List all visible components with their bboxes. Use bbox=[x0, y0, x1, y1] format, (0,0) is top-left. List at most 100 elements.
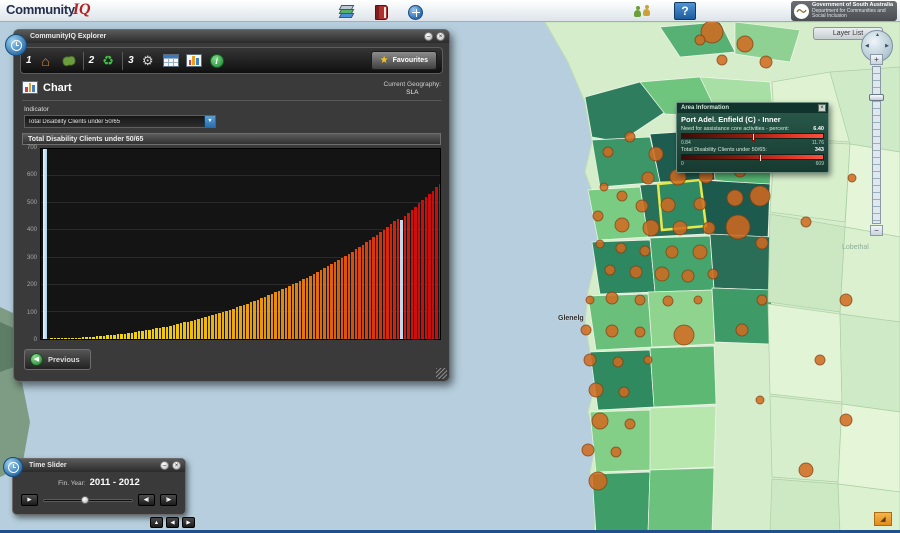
chart-bar[interactable] bbox=[319, 270, 322, 339]
chart-bar[interactable] bbox=[81, 337, 84, 339]
chart-bar[interactable] bbox=[207, 316, 210, 339]
map-symbol[interactable] bbox=[725, 214, 751, 240]
chart-bar[interactable] bbox=[204, 317, 207, 339]
chart-bar[interactable] bbox=[85, 337, 88, 339]
chart-bar[interactable] bbox=[407, 212, 410, 339]
pan-up-icon[interactable]: ▲ bbox=[875, 32, 880, 38]
map-symbol[interactable] bbox=[643, 355, 653, 365]
chart-bar[interactable] bbox=[134, 331, 137, 339]
chart-bar[interactable] bbox=[305, 277, 308, 339]
map-symbol[interactable] bbox=[736, 35, 754, 53]
chart-bar[interactable] bbox=[158, 327, 161, 339]
chart-bar[interactable] bbox=[92, 336, 95, 339]
chart-bar[interactable] bbox=[179, 323, 182, 339]
chart-bar[interactable] bbox=[235, 307, 238, 339]
step-back-button[interactable]: ◀| bbox=[138, 494, 155, 506]
chart-bar[interactable] bbox=[116, 334, 119, 339]
map-symbol[interactable] bbox=[629, 265, 643, 279]
close-button[interactable]: × bbox=[436, 32, 445, 41]
explorer-titlebar[interactable]: CommunityIQ Explorer – × bbox=[14, 30, 449, 43]
chart-bar[interactable] bbox=[431, 190, 434, 339]
chart-bar[interactable] bbox=[53, 338, 56, 339]
map-symbol[interactable] bbox=[588, 471, 608, 491]
home-step-button[interactable]: ⌂ bbox=[37, 52, 55, 70]
chart-bar[interactable] bbox=[253, 301, 256, 339]
chart-bar[interactable] bbox=[50, 338, 53, 339]
time-slider-thumb[interactable] bbox=[80, 496, 89, 504]
pan-left-icon[interactable]: ◀ bbox=[865, 43, 869, 49]
chart-bar[interactable] bbox=[382, 229, 385, 339]
chart-bar[interactable] bbox=[379, 232, 382, 339]
help-button[interactable]: ? bbox=[674, 2, 696, 20]
map-symbol[interactable] bbox=[726, 189, 744, 207]
chart-bar[interactable] bbox=[176, 324, 179, 339]
chart-bar[interactable] bbox=[109, 335, 112, 339]
chart-bar[interactable] bbox=[186, 321, 189, 339]
map-symbol[interactable] bbox=[694, 34, 706, 46]
metric-slider[interactable] bbox=[681, 154, 824, 162]
geography-step-button[interactable] bbox=[60, 52, 78, 70]
chart-bar[interactable] bbox=[288, 286, 291, 339]
map-symbol[interactable] bbox=[692, 244, 708, 260]
metric-marker[interactable] bbox=[751, 133, 755, 141]
map-symbol[interactable] bbox=[585, 295, 595, 305]
chart-bar[interactable] bbox=[256, 299, 259, 339]
map-symbol[interactable] bbox=[580, 324, 592, 336]
chart-bar[interactable] bbox=[260, 298, 263, 339]
map-symbol[interactable] bbox=[634, 326, 646, 338]
map-symbol[interactable] bbox=[847, 173, 857, 183]
chart-bar[interactable] bbox=[155, 328, 158, 339]
map-symbol[interactable] bbox=[654, 266, 670, 282]
chart-bar[interactable] bbox=[193, 320, 196, 339]
zoom-in-button[interactable]: + bbox=[870, 54, 883, 65]
chart-bar[interactable] bbox=[428, 193, 431, 339]
map-symbol[interactable] bbox=[612, 356, 624, 368]
chart-bar[interactable] bbox=[151, 329, 154, 339]
chart-bar[interactable] bbox=[298, 281, 301, 339]
chart-bar[interactable] bbox=[403, 215, 406, 339]
play-button[interactable]: ▶ bbox=[21, 494, 38, 506]
favourites-button[interactable]: ★ Favourites bbox=[370, 51, 437, 70]
map-symbol[interactable] bbox=[599, 182, 609, 192]
page-left-button[interactable]: ◀ bbox=[166, 517, 179, 528]
close-button[interactable]: × bbox=[172, 461, 181, 470]
map-symbol[interactable] bbox=[839, 293, 853, 307]
chart-bar[interactable] bbox=[102, 335, 105, 339]
resize-grip[interactable] bbox=[436, 368, 447, 379]
settings-search-button[interactable]: ⚙ bbox=[139, 52, 157, 70]
chart-bar[interactable] bbox=[200, 318, 203, 339]
globe-tool-button[interactable] bbox=[406, 3, 424, 21]
minimize-button[interactable]: – bbox=[160, 461, 169, 470]
chart-bar[interactable] bbox=[421, 200, 424, 339]
chart-bar[interactable] bbox=[197, 318, 200, 339]
map-symbol[interactable] bbox=[814, 354, 826, 366]
previous-button[interactable]: ◀ Previous bbox=[24, 349, 91, 370]
map-symbol[interactable] bbox=[648, 146, 664, 162]
chart-bar[interactable] bbox=[263, 296, 266, 339]
time-slider-badge-icon[interactable] bbox=[3, 457, 23, 477]
chart-bar[interactable] bbox=[393, 221, 396, 339]
map-symbol[interactable] bbox=[595, 239, 605, 249]
chart-bar[interactable] bbox=[162, 327, 165, 339]
chart-bar[interactable] bbox=[169, 325, 172, 339]
chart-bar[interactable] bbox=[274, 292, 277, 339]
map-symbol[interactable] bbox=[581, 443, 595, 457]
map-symbol[interactable] bbox=[681, 269, 695, 283]
map-symbol[interactable] bbox=[602, 146, 614, 158]
chart-bar[interactable] bbox=[396, 218, 399, 339]
chart-bar[interactable] bbox=[214, 314, 217, 339]
chart-bar[interactable] bbox=[295, 282, 298, 339]
chart-bar[interactable] bbox=[127, 333, 130, 339]
chart-bar[interactable] bbox=[137, 331, 140, 339]
chart-bar[interactable] bbox=[67, 337, 70, 339]
table-view-button[interactable] bbox=[162, 52, 180, 70]
chart-bar[interactable] bbox=[316, 272, 319, 339]
chart-bar[interactable] bbox=[337, 260, 340, 339]
map-symbol[interactable] bbox=[615, 242, 627, 254]
chart-bar[interactable] bbox=[270, 293, 273, 339]
chart-bar[interactable] bbox=[71, 337, 74, 339]
chart-bar[interactable] bbox=[361, 244, 364, 339]
map-symbol[interactable] bbox=[693, 295, 703, 305]
map-symbol[interactable] bbox=[624, 131, 636, 143]
users-tool-button[interactable] bbox=[632, 3, 654, 19]
